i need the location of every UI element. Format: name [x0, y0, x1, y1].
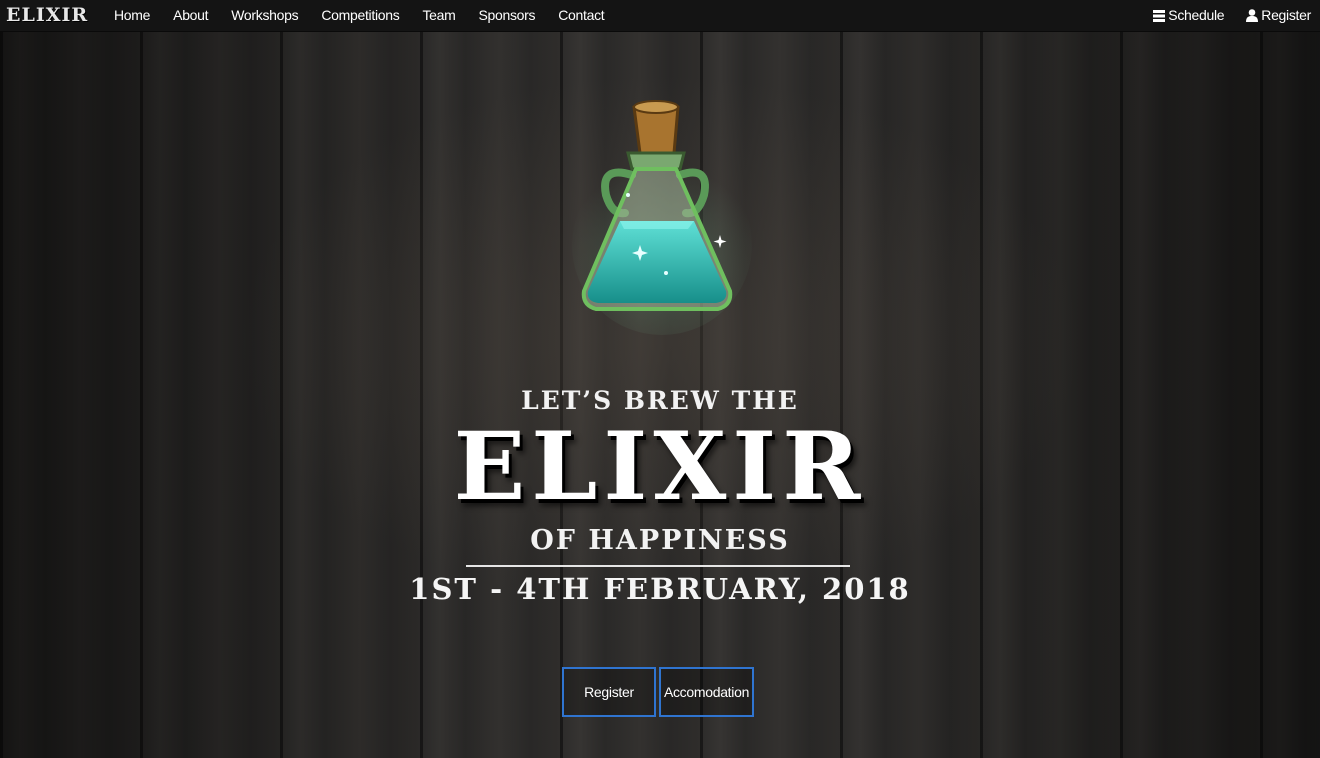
nav-workshops[interactable]: Workshops [231, 0, 298, 31]
nav-home[interactable]: Home [114, 0, 150, 31]
schedule-label: Schedule [1168, 7, 1225, 23]
register-button[interactable]: Register [562, 667, 656, 717]
top-navbar: ELIXIR Home About Workshops Competitions… [0, 0, 1320, 32]
secondary-nav: Schedule Register [1131, 0, 1311, 31]
hero-divider [466, 565, 850, 567]
nav-contact[interactable]: Contact [558, 0, 604, 31]
hero-tagline-top: LET’S BREW THE [521, 386, 799, 415]
register-nav-label: Register [1261, 7, 1311, 23]
potion-bottle-icon [572, 100, 752, 335]
main-nav: Home About Workshops Competitions Team S… [114, 0, 627, 31]
user-icon [1246, 9, 1259, 22]
nav-sponsors[interactable]: Sponsors [478, 0, 535, 31]
accommodation-button[interactable]: Accomodation [659, 667, 754, 717]
nav-schedule[interactable]: Schedule [1153, 0, 1225, 31]
event-date: 1ST - 4TH FEBRUARY, 2018 [409, 572, 911, 606]
nav-register[interactable]: Register [1246, 0, 1311, 31]
nav-team[interactable]: Team [422, 0, 455, 31]
list-icon [1153, 9, 1166, 22]
hero-tagline-bottom: OF HAPPINESS [530, 525, 790, 556]
hero-title: ELIXIR [453, 412, 867, 522]
nav-about[interactable]: About [173, 0, 208, 31]
nav-competitions[interactable]: Competitions [321, 0, 399, 31]
brand-logo[interactable]: ELIXIR [6, 4, 88, 26]
